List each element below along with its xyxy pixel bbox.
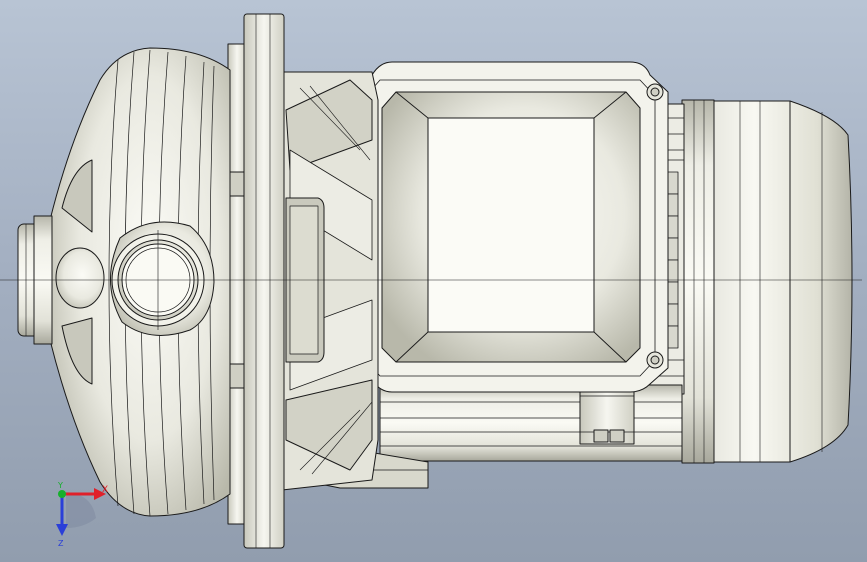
motor-bracket[interactable]: [281, 71, 379, 491]
cable-gland[interactable]: [579, 387, 635, 445]
z-axis-label: Z: [58, 539, 64, 548]
terminal-box[interactable]: [353, 61, 669, 393]
fan-cover[interactable]: [681, 99, 853, 464]
y-axis-dot: [58, 490, 66, 498]
pump-model[interactable]: [0, 0, 867, 562]
pump-flange[interactable]: [227, 13, 285, 549]
y-axis-label: Y: [57, 482, 63, 490]
orientation-triad: X Y Z: [56, 482, 108, 548]
3d-viewport[interactable]: X Y Z: [0, 0, 867, 562]
triad-shadow: [66, 492, 96, 528]
x-axis-label: X: [102, 485, 108, 495]
